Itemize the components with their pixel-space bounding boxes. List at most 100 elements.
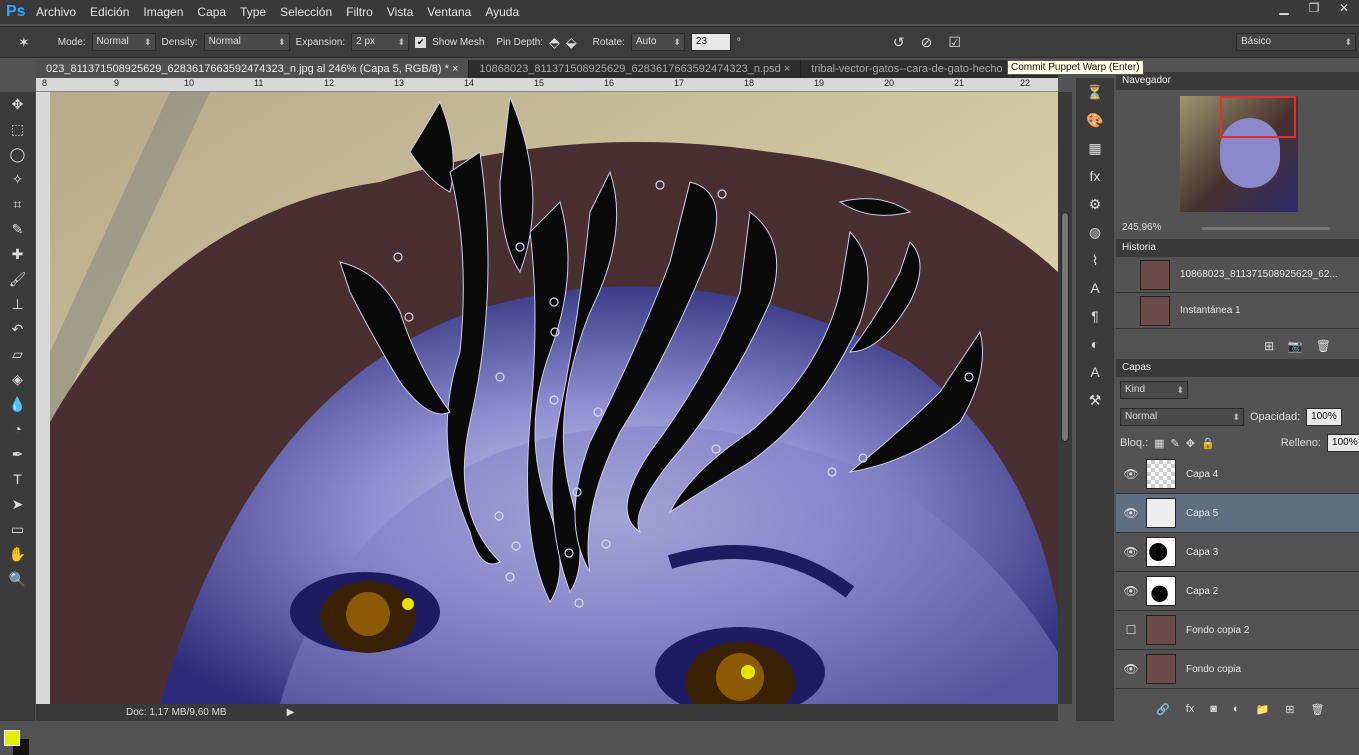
trash-icon[interactable]: 🗑 (1316, 339, 1331, 353)
marquee-tool-icon[interactable]: ⬚ (0, 117, 35, 142)
move-tool-icon[interactable]: ✥ (0, 92, 35, 117)
visibility-empty-box[interactable]: ☐ (1116, 623, 1146, 637)
crop-tool-icon[interactable]: ⌗ (0, 192, 35, 217)
stamp-tool-icon[interactable]: ⊥ (0, 292, 35, 317)
mask-icon[interactable]: ◙ (1210, 703, 1217, 716)
tab-document-tribal[interactable]: tribal-vector-gatos--cara-de-gato-hecho (801, 60, 1014, 78)
layers-title[interactable]: Capas (1116, 359, 1359, 377)
swatches-icon[interactable]: ▦ (1076, 134, 1114, 162)
layer-row-fondo-copia-2[interactable]: ☐ Fondo copia 2 (1116, 611, 1359, 650)
visibility-eye-icon[interactable]: 👁 (1116, 467, 1146, 481)
character-icon[interactable]: A (1076, 274, 1114, 302)
rotate-value-input[interactable]: 23 (690, 33, 731, 51)
path-selection-icon[interactable]: ➤ (0, 492, 35, 517)
menu-filtro[interactable]: Filtro (346, 5, 373, 19)
channels-icon[interactable]: ◍ (1076, 218, 1114, 246)
tab-document-psd[interactable]: 10868023_811371508925629_628361766359247… (469, 60, 802, 78)
cancel-warp-icon[interactable]: ⊘ (921, 34, 933, 51)
type-tool-icon[interactable]: T (0, 467, 35, 492)
color-icon[interactable]: 🎨 (1076, 106, 1114, 134)
navigator-zoom[interactable]: 245,96% (1122, 222, 1161, 233)
dodge-tool-icon[interactable]: ◔ (0, 417, 35, 442)
zoom-slider[interactable] (1202, 227, 1330, 230)
layer-row-fondo-copia[interactable]: 👁 Fondo copia (1116, 650, 1359, 689)
scrollbar-thumb[interactable] (1061, 212, 1069, 442)
group-folder-icon[interactable]: 📁 (1256, 703, 1270, 716)
lock-position-icon[interactable]: ✥ (1186, 437, 1195, 450)
fill-input[interactable]: 100% (1327, 434, 1359, 452)
lock-brush-icon[interactable]: ✎ (1171, 437, 1180, 450)
menu-ayuda[interactable]: Ayuda (485, 5, 519, 19)
lock-pixels-icon[interactable]: ▦ (1154, 437, 1164, 450)
magic-wand-icon[interactable]: ✧ (0, 167, 35, 192)
adjustment-layer-icon[interactable]: ◐ (1233, 703, 1240, 716)
menu-vista[interactable]: Vista (387, 5, 413, 19)
menu-ventana[interactable]: Ventana (427, 5, 471, 19)
menu-edicion[interactable]: Edición (90, 5, 129, 19)
density-select[interactable]: Normal (203, 33, 290, 51)
menu-imagen[interactable]: Imagen (143, 5, 183, 19)
history-snapshot-row[interactable]: 10868023_811371508925629_62... (1116, 257, 1359, 293)
eyedropper-icon[interactable]: ✎ (0, 217, 35, 242)
new-layer-icon[interactable]: ⊞ (1285, 703, 1294, 716)
status-menu-icon[interactable]: ▶ (287, 707, 295, 718)
paths-icon[interactable]: ⌇ (1076, 246, 1114, 274)
pin-forward-icon[interactable]: ⬘ (549, 34, 560, 51)
pin-backward-icon[interactable]: ⬙ (566, 34, 577, 51)
visibility-eye-icon[interactable]: 👁 (1116, 506, 1146, 520)
styles-icon[interactable]: fx (1076, 162, 1114, 190)
eraser-tool-icon[interactable]: ▱ (0, 342, 35, 367)
show-mesh-checkbox[interactable]: ✔ (415, 36, 427, 48)
layer-row-capa-5[interactable]: 👁 Capa 5 (1116, 494, 1359, 533)
camera-icon[interactable]: 📷 (1287, 339, 1302, 353)
history-title[interactable]: Historia (1116, 239, 1359, 257)
tab-document-jpg[interactable]: 023_811371508925629_6283617663592474323_… (36, 60, 470, 78)
fx-icon[interactable]: fx (1186, 703, 1195, 716)
minimize-icon[interactable]: ▁ (1269, 0, 1299, 18)
layer-row-capa-4[interactable]: 👁 Capa 4 (1116, 455, 1359, 494)
menu-capa[interactable]: Capa (197, 5, 226, 19)
restore-icon[interactable]: ❐ (1299, 0, 1329, 18)
visibility-eye-icon[interactable]: 👁 (1116, 662, 1146, 676)
lasso-tool-icon[interactable]: ◯ (0, 142, 35, 167)
expansion-select[interactable]: 2 px (351, 33, 410, 51)
view-rectangle[interactable] (1220, 96, 1296, 138)
zoom-tool-icon[interactable]: 🔍 (0, 567, 35, 592)
brush-tool-icon[interactable]: 🖌 (0, 267, 35, 292)
layer-row-capa-3[interactable]: 👁 Capa 3 (1116, 533, 1359, 572)
puppet-pin-tool-icon[interactable]: ✶ (18, 34, 30, 51)
shape-tool-icon[interactable]: ▭ (0, 517, 35, 542)
hand-tool-icon[interactable]: ✋ (0, 542, 35, 567)
navigator-thumbnail[interactable] (1180, 96, 1298, 212)
healing-brush-icon[interactable]: ✚ (0, 242, 35, 267)
document-canvas[interactable] (50, 92, 1058, 704)
new-document-icon[interactable]: ⊞ (1264, 339, 1274, 353)
adjustments-icon[interactable]: ⚙ (1076, 190, 1114, 218)
tool-presets-icon[interactable]: ⚒ (1076, 386, 1114, 414)
paint-bucket-icon[interactable]: ◈ (0, 367, 35, 392)
commit-warp-icon[interactable]: ☑ (948, 34, 961, 51)
mode-select[interactable]: Normal (91, 33, 156, 51)
layer-row-capa-2[interactable]: 👁 Capa 2 (1116, 572, 1359, 611)
workspace-select[interactable]: Básico (1236, 33, 1356, 51)
menu-type[interactable]: Type (240, 5, 266, 19)
paragraph-icon[interactable]: ¶ (1076, 302, 1114, 330)
navigator-title[interactable]: Navegador (1116, 72, 1359, 90)
pen-tool-icon[interactable]: ✒ (0, 442, 35, 467)
rotate-mode-select[interactable]: Auto (630, 33, 685, 51)
delete-layer-icon[interactable]: 🗑 (1311, 703, 1325, 716)
history-icon[interactable]: ⏳ (1076, 78, 1114, 106)
link-layers-icon[interactable]: 🔗 (1156, 703, 1170, 716)
text-styles-icon[interactable]: A (1076, 358, 1114, 386)
menu-archivo[interactable]: Archivo (36, 5, 76, 19)
visibility-eye-icon[interactable]: 👁 (1116, 545, 1146, 559)
history-snapshot-row[interactable]: Instantánea 1 (1116, 293, 1359, 329)
visibility-eye-icon[interactable]: 👁 (1116, 584, 1146, 598)
foreground-color-swatch[interactable] (4, 730, 20, 746)
canvas-vertical-scrollbar[interactable] (1058, 92, 1072, 704)
close-tab-icon[interactable]: × (452, 63, 458, 75)
close-tab-icon[interactable]: × (784, 63, 790, 75)
menu-seleccion[interactable]: Selección (280, 5, 332, 19)
opacity-input[interactable]: 100% (1306, 408, 1342, 426)
close-icon[interactable]: ✕ (1329, 0, 1359, 18)
